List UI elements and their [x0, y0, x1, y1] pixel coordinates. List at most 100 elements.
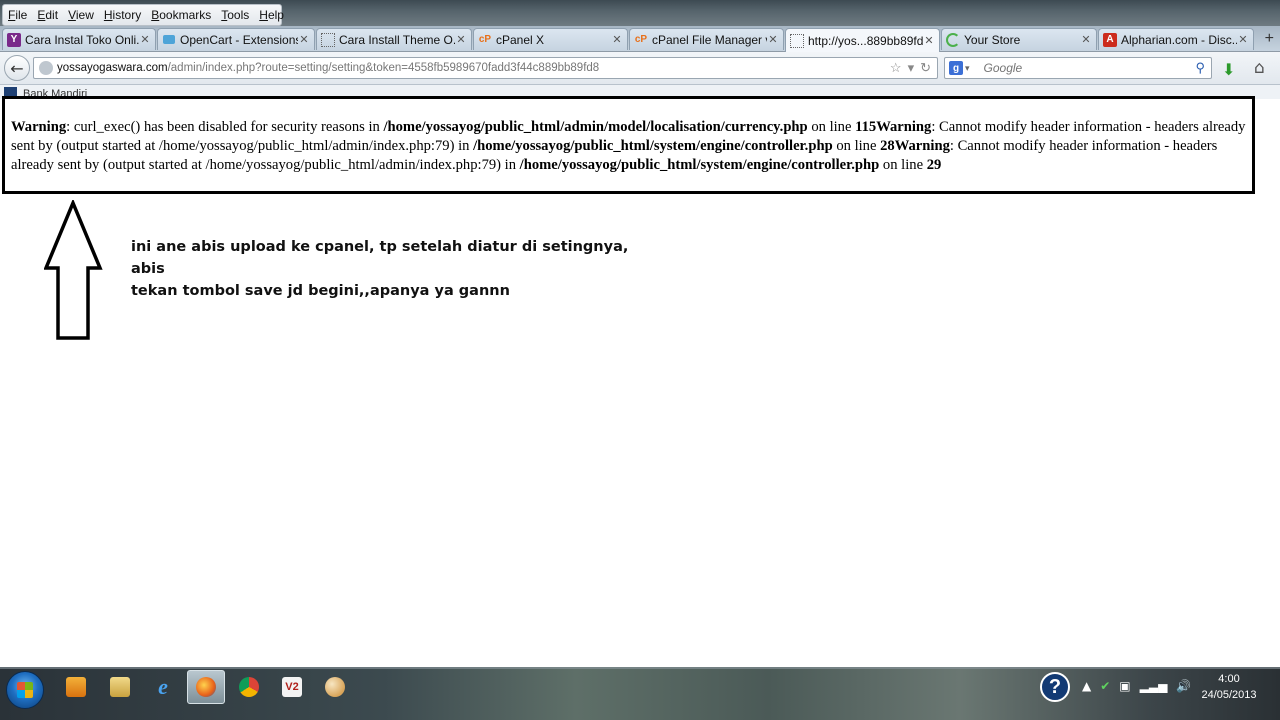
- site-identity-icon[interactable]: [39, 61, 53, 75]
- blank-page-icon: [790, 33, 804, 48]
- alpharian-icon: A: [1103, 32, 1117, 47]
- search-input[interactable]: [981, 60, 1186, 76]
- taskbar-paint[interactable]: [316, 670, 354, 704]
- tab-cara-install-theme[interactable]: Cara Install Theme O... ✕: [316, 28, 472, 50]
- annotation-line-1: ini ane abis upload ke cpanel, tp setela…: [131, 239, 629, 277]
- warning-file-path: /home/yossayog/public_html/admin/model/l…: [383, 119, 808, 135]
- close-icon[interactable]: ✕: [611, 33, 623, 46]
- annotation-line-2: tekan tombol save jd begini,,apanya ya g…: [131, 283, 510, 299]
- php-warning-text: Warning : curl_exec() has been disabled f…: [11, 118, 1253, 175]
- on-line-text: on line: [832, 138, 881, 154]
- close-icon[interactable]: ✕: [455, 33, 467, 46]
- volume-icon[interactable]: 🔊: [1176, 679, 1191, 693]
- tab-strip: Y Cara Instal Toko Onli... ✕ OpenCart - …: [0, 26, 1280, 52]
- clock-date: 24/05/2013: [1201, 689, 1257, 701]
- media-player-icon: [66, 677, 86, 697]
- search-bar: g ▾ ⚲: [944, 57, 1212, 79]
- menu-bookmarks[interactable]: Bookmarks: [146, 8, 216, 22]
- warning-label: Warning: [876, 119, 932, 135]
- system-tray: ▲ ✔ ▣ ▂▃▅ 🔊: [1082, 679, 1191, 693]
- theme-icon: Y: [7, 32, 21, 47]
- url-bar[interactable]: yossayogaswara.com/admin/index.php?route…: [33, 57, 938, 79]
- opencart-icon: [162, 33, 176, 47]
- tab-label: Cara Instal Toko Onli...: [25, 32, 139, 47]
- chevron-down-icon[interactable]: ▾: [965, 63, 970, 74]
- clock[interactable]: 4:00 24/05/2013: [1196, 671, 1262, 703]
- tab-label: cPanel X: [496, 32, 545, 47]
- search-icon[interactable]: ⚲: [1195, 60, 1211, 76]
- warning-highlight-box: Warning : curl_exec() has been disabled f…: [2, 96, 1255, 194]
- tab-label: Cara Install Theme O...: [339, 32, 455, 47]
- tab-opencart-extensions[interactable]: OpenCart - Extensions ✕: [157, 28, 315, 50]
- cpanel-icon: cP: [634, 34, 648, 45]
- warning-message: : curl_exec() has been disabled for secu…: [66, 119, 384, 135]
- tab-current-page[interactable]: http://yos...889bb89fd8 ✕: [785, 28, 940, 52]
- url-path: /admin/index.php?route=setting/setting&t…: [167, 62, 600, 74]
- annotation-text: ini ane abis upload ke cpanel, tp setela…: [131, 236, 631, 302]
- tab-label: Alpharian.com - Disc...: [1121, 32, 1237, 47]
- help-icon[interactable]: ?: [1040, 672, 1070, 702]
- warning-line-number: 115: [855, 119, 877, 135]
- google-search-engine-icon[interactable]: g: [949, 61, 963, 75]
- power-icon[interactable]: ▣: [1119, 679, 1130, 693]
- download-icon[interactable]: ⬇: [1222, 60, 1235, 79]
- blank-page-icon: [321, 32, 335, 47]
- tab-label: cPanel File Manager v3: [652, 32, 767, 47]
- menu-bar: File Edit View History Bookmarks Tools H…: [0, 0, 1280, 26]
- taskbar: e V2 ? ▲ ✔ ▣ ▂▃▅ 🔊 4:00 24/05/2013: [0, 667, 1280, 720]
- url-actions: ☆ ▾ ↻: [890, 60, 937, 76]
- sync-check-icon[interactable]: ✔: [1100, 679, 1110, 693]
- signal-icon[interactable]: ▂▃▅: [1140, 679, 1168, 693]
- close-icon[interactable]: ✕: [1237, 33, 1249, 46]
- tab-cara-instal-toko[interactable]: Y Cara Instal Toko Onli... ✕: [2, 28, 156, 50]
- on-line-text: on line: [879, 157, 927, 173]
- menu-edit[interactable]: Edit: [32, 8, 63, 22]
- firefox-icon: [196, 677, 216, 697]
- menu-history[interactable]: History: [99, 8, 146, 22]
- warning-file-path: /home/yossayog/public_html/system/engine…: [473, 138, 833, 154]
- tab-cpanel-x[interactable]: cP cPanel X ✕: [473, 28, 628, 50]
- paint-icon: [325, 677, 345, 697]
- taskbar-file-explorer[interactable]: [101, 670, 139, 704]
- warning-line-number: 28: [880, 138, 895, 154]
- close-icon[interactable]: ✕: [923, 34, 935, 47]
- menu-strip: File Edit View History Bookmarks Tools H…: [2, 4, 284, 26]
- show-hidden-icons-icon[interactable]: ▲: [1082, 679, 1091, 693]
- close-icon[interactable]: ✕: [139, 33, 151, 46]
- back-button[interactable]: ←: [4, 55, 30, 81]
- on-line-text: on line: [807, 119, 856, 135]
- up-arrow-annotation-icon: [44, 200, 103, 340]
- back-arrow-icon: ←: [10, 58, 24, 78]
- taskbar-v2-app[interactable]: V2: [273, 670, 311, 704]
- dropdown-icon[interactable]: ▾: [908, 60, 915, 76]
- reload-icon[interactable]: ↻: [920, 60, 931, 76]
- tab-your-store[interactable]: Your Store ✕: [941, 28, 1097, 50]
- menu-file[interactable]: File: [3, 8, 32, 22]
- tab-label: OpenCart - Extensions: [180, 32, 298, 47]
- taskbar-chrome[interactable]: [230, 670, 268, 704]
- menu-view[interactable]: View: [63, 8, 99, 22]
- taskbar-internet-explorer[interactable]: e: [144, 670, 182, 704]
- tab-cpanel-file-manager[interactable]: cP cPanel File Manager v3 ✕: [629, 28, 784, 50]
- url-host: yossayogaswara.com: [57, 62, 168, 74]
- v2-app-icon: V2: [282, 677, 302, 697]
- menu-tools[interactable]: Tools: [216, 8, 254, 22]
- home-icon[interactable]: ⌂: [1254, 58, 1265, 78]
- tab-label: http://yos...889bb89fd8: [808, 33, 923, 48]
- tab-alpharian[interactable]: A Alpharian.com - Disc... ✕: [1098, 28, 1254, 50]
- warning-file-path: /home/yossayog/public_html/system/engine…: [519, 157, 880, 173]
- cpanel-icon: cP: [478, 34, 492, 45]
- new-tab-button[interactable]: +: [1265, 30, 1274, 48]
- close-icon[interactable]: ✕: [298, 33, 310, 46]
- bookmark-star-icon[interactable]: ☆: [890, 60, 902, 76]
- menu-help[interactable]: Help: [254, 8, 289, 22]
- chrome-icon: [239, 677, 259, 697]
- close-icon[interactable]: ✕: [767, 33, 779, 46]
- loading-icon: [946, 32, 960, 47]
- tab-label: Your Store: [964, 32, 1021, 47]
- taskbar-media-player[interactable]: [57, 670, 95, 704]
- start-button[interactable]: [6, 671, 44, 709]
- taskbar-firefox[interactable]: [187, 670, 225, 704]
- close-icon[interactable]: ✕: [1080, 33, 1092, 46]
- navigation-bar: ← yossayogaswara.com/admin/index.php?rou…: [0, 52, 1280, 85]
